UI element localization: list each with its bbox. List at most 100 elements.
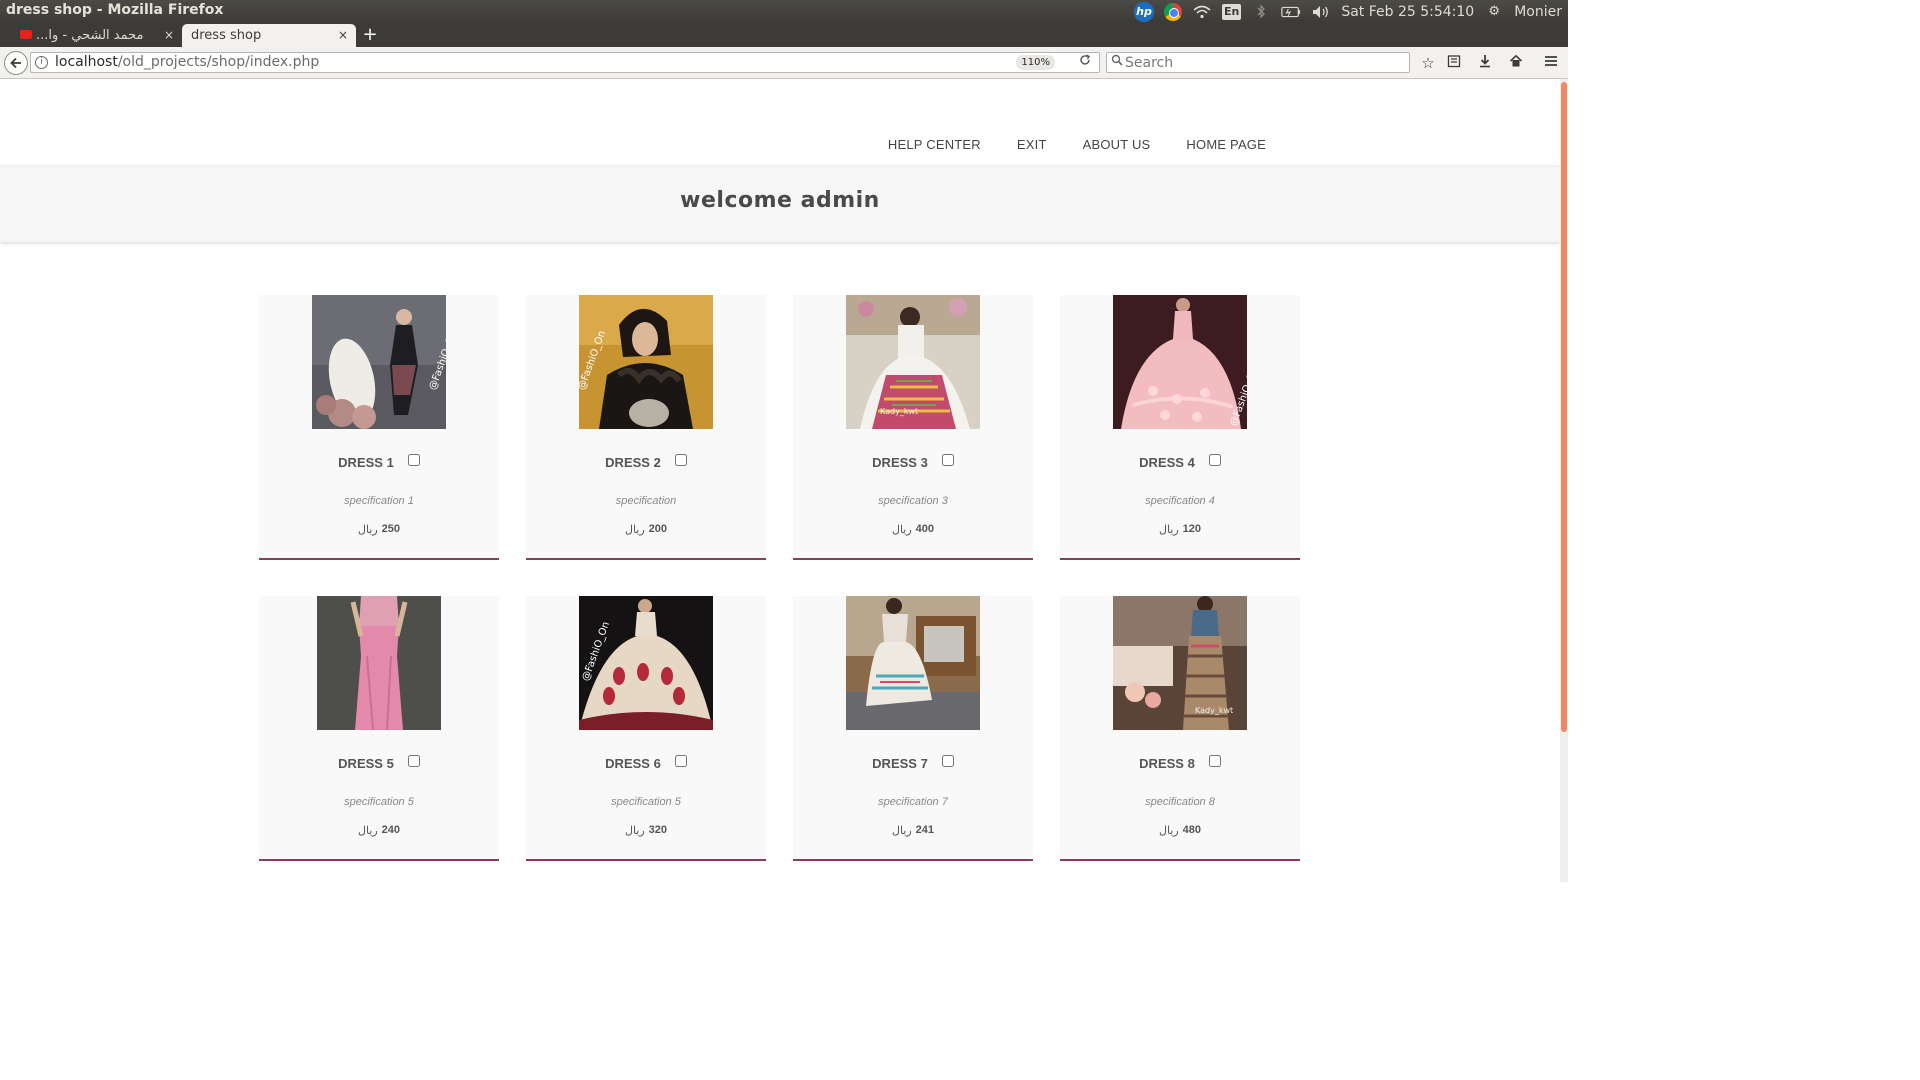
- price-currency: ريال: [624, 825, 645, 837]
- tab-close-icon[interactable]: ×: [164, 24, 174, 47]
- product-price: ريال 480: [1060, 824, 1300, 837]
- tab-label: ...محمد الشحي - وا: [36, 28, 144, 43]
- image-watermark: Kady_kwt: [1195, 706, 1234, 715]
- tab-dress-shop[interactable]: dress shop ×: [182, 24, 356, 47]
- product-price: ريال 400: [793, 523, 1033, 536]
- back-button[interactable]: [4, 51, 28, 75]
- product-name-row: DRESS 5: [259, 754, 499, 771]
- product-name: DRESS 7: [872, 756, 928, 771]
- product-name-row: DRESS 4: [1060, 453, 1300, 470]
- product-image[interactable]: [846, 596, 980, 730]
- home-icon[interactable]: [1506, 53, 1526, 73]
- select-checkbox[interactable]: [1208, 453, 1221, 466]
- url-text[interactable]: localhost/old_projects/shop/index.php: [55, 54, 319, 70]
- main-menu: HELP CENTER EXIT ABOUT US HOME PAGE: [888, 137, 1266, 152]
- product-name: DRESS 3: [872, 455, 928, 470]
- select-checkbox[interactable]: [674, 754, 687, 767]
- navigation-toolbar: i localhost/old_projects/shop/index.php …: [0, 47, 1568, 79]
- product-name-row: DRESS 3: [793, 453, 1033, 470]
- product-image[interactable]: @FashiO_On: [579, 295, 713, 429]
- product-card: @FashiO_On DRESS 4 specification 4 ريال …: [1060, 295, 1300, 560]
- product-spec: specification 1: [344, 495, 414, 507]
- product-name: DRESS 2: [605, 455, 661, 470]
- product-name-row: DRESS 1: [259, 453, 499, 470]
- product-spec: specification 8: [1145, 796, 1215, 808]
- image-watermark: Kady_kwt: [880, 407, 919, 416]
- product-card: @FashiO_On DRESS 2 specification ريال 20…: [526, 295, 766, 560]
- select-checkbox[interactable]: [407, 453, 420, 466]
- hamburger-menu-icon[interactable]: [1541, 53, 1561, 73]
- product-image[interactable]: Kady_kwt: [846, 295, 980, 429]
- search-bar[interactable]: [1106, 52, 1410, 73]
- volume-icon[interactable]: [1311, 4, 1331, 20]
- url-path: /old_projects/shop/index.php: [117, 54, 320, 70]
- product-spec: specification 5: [611, 796, 681, 808]
- select-checkbox[interactable]: [674, 453, 687, 466]
- scrollbar-thumb[interactable]: [1561, 82, 1567, 732]
- url-bar[interactable]: i localhost/old_projects/shop/index.php …: [30, 52, 1100, 73]
- zoom-indicator[interactable]: 110%: [1016, 55, 1055, 70]
- wifi-icon[interactable]: [1192, 4, 1212, 20]
- product-image[interactable]: @FashiO_On: [1113, 295, 1247, 429]
- product-price: ريال 250: [259, 523, 499, 536]
- youtube-icon: [20, 30, 32, 39]
- window-title: dress shop - Mozilla Firefox: [6, 2, 224, 18]
- price-value: 400: [915, 523, 935, 535]
- product-price: ريال 320: [526, 824, 766, 837]
- chrome-icon[interactable]: [1163, 2, 1182, 21]
- product-spec: specification 3: [878, 495, 948, 507]
- bookmarks-list-icon[interactable]: [1444, 53, 1464, 73]
- product-price: ريال 241: [793, 824, 1033, 837]
- hp-icon[interactable]: hp: [1133, 1, 1154, 22]
- price-value: 480: [1182, 824, 1202, 836]
- bluetooth-icon[interactable]: [1251, 4, 1271, 20]
- site-header: HELP CENTER EXIT ABOUT US HOME PAGE: [0, 79, 1560, 165]
- tab-close-icon[interactable]: ×: [338, 24, 348, 47]
- new-tab-button[interactable]: +: [361, 23, 379, 47]
- product-card: Kady_kwt DRESS 3 specification 3 ريال 40…: [793, 295, 1033, 560]
- product-spec: specification 4: [1145, 495, 1215, 507]
- product-image[interactable]: [317, 596, 441, 730]
- bookmark-star-icon[interactable]: ☆: [1418, 53, 1438, 73]
- product-image[interactable]: Kady_kwt: [1113, 596, 1247, 730]
- battery-icon[interactable]: [1281, 4, 1301, 20]
- product-image[interactable]: @FashiO_On: [312, 295, 446, 429]
- page-viewport: HELP CENTER EXIT ABOUT US HOME PAGE welc…: [0, 79, 1560, 882]
- clock[interactable]: Sat Feb 25 5:54:10: [1341, 4, 1474, 20]
- product-grid: @FashiO_On DRESS 1 specification 1 ريال …: [259, 295, 1301, 861]
- menu-about-us[interactable]: ABOUT US: [1083, 137, 1151, 152]
- product-name-row: DRESS 7: [793, 754, 1033, 771]
- product-name-row: DRESS 8: [1060, 754, 1300, 771]
- os-top-panel: dress shop - Mozilla Firefox hp En Sat F…: [0, 0, 1568, 23]
- user-name[interactable]: Monier: [1514, 4, 1562, 20]
- product-name: DRESS 1: [338, 455, 394, 470]
- keyboard-layout-indicator[interactable]: En: [1221, 3, 1242, 20]
- product-spec: specification: [615, 495, 677, 507]
- search-input[interactable]: [1125, 54, 1395, 71]
- menu-help-center[interactable]: HELP CENTER: [888, 137, 981, 152]
- welcome-banner: welcome admin: [0, 165, 1560, 242]
- search-icon: [1111, 54, 1123, 69]
- product-image[interactable]: @FashiO_On: [579, 596, 713, 730]
- download-icon[interactable]: [1475, 53, 1495, 73]
- product-price: ريال 120: [1060, 523, 1300, 536]
- select-checkbox[interactable]: [941, 754, 954, 767]
- price-value: 250: [381, 523, 401, 535]
- product-name-row: DRESS 2: [526, 453, 766, 470]
- price-value: 240: [381, 824, 401, 836]
- tab-label: dress shop: [191, 28, 262, 43]
- select-checkbox[interactable]: [941, 453, 954, 466]
- select-checkbox[interactable]: [407, 754, 420, 767]
- product-card: @FashiO_On DRESS 6 specification 5 ريال …: [526, 596, 766, 861]
- reload-icon[interactable]: [1079, 54, 1091, 70]
- menu-exit[interactable]: EXIT: [1017, 137, 1047, 152]
- gear-icon[interactable]: ⚙: [1484, 4, 1504, 20]
- product-card: @FashiO_On DRESS 1 specification 1 ريال …: [259, 295, 499, 560]
- price-value: 241: [915, 824, 935, 836]
- info-icon[interactable]: i: [35, 56, 48, 69]
- tab-youtube[interactable]: ...محمد الشحي - وا ×: [0, 24, 182, 47]
- select-checkbox[interactable]: [1208, 754, 1221, 767]
- tab-strip: ...محمد الشحي - وا × dress shop ×: [0, 23, 1568, 47]
- menu-home-page[interactable]: HOME PAGE: [1186, 137, 1266, 152]
- price-currency: ريال: [357, 524, 378, 536]
